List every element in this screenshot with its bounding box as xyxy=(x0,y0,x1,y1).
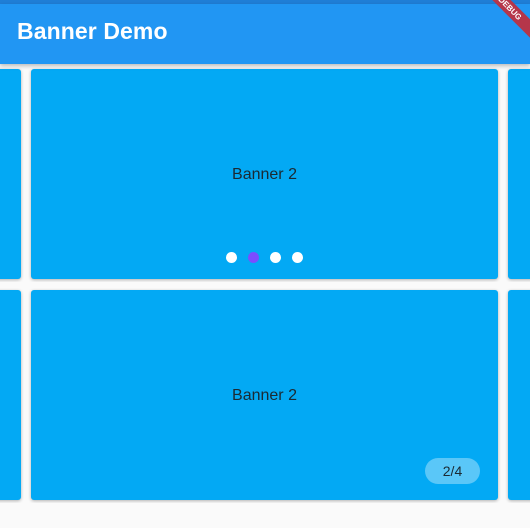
banner-slide-current[interactable]: Banner 2 xyxy=(31,69,498,279)
banner-slide-previous[interactable] xyxy=(0,290,21,500)
banner-slide-next[interactable] xyxy=(508,69,530,279)
page-counter-badge: 2/4 xyxy=(425,458,480,484)
banner-slide-label: Banner 2 xyxy=(232,387,297,404)
banner-slide-next[interactable] xyxy=(508,290,530,500)
app-bar: Banner Demo xyxy=(0,4,530,64)
banner-slide-label: Banner 2 xyxy=(232,166,297,183)
app-bar-title: Banner Demo xyxy=(17,18,168,44)
page-dot-4[interactable] xyxy=(292,252,303,263)
banner-slide-previous[interactable] xyxy=(0,69,21,279)
banner-carousel-counter[interactable]: Banner 2 2/4 xyxy=(0,287,530,503)
page-indicator-dots xyxy=(31,252,498,263)
banner-slide-current[interactable]: Banner 2 2/4 xyxy=(31,290,498,500)
page-dot-3[interactable] xyxy=(270,252,281,263)
page-dot-2-active[interactable] xyxy=(248,252,259,263)
banner-carousel-dots[interactable]: Banner 2 xyxy=(0,66,530,282)
page-dot-1[interactable] xyxy=(226,252,237,263)
